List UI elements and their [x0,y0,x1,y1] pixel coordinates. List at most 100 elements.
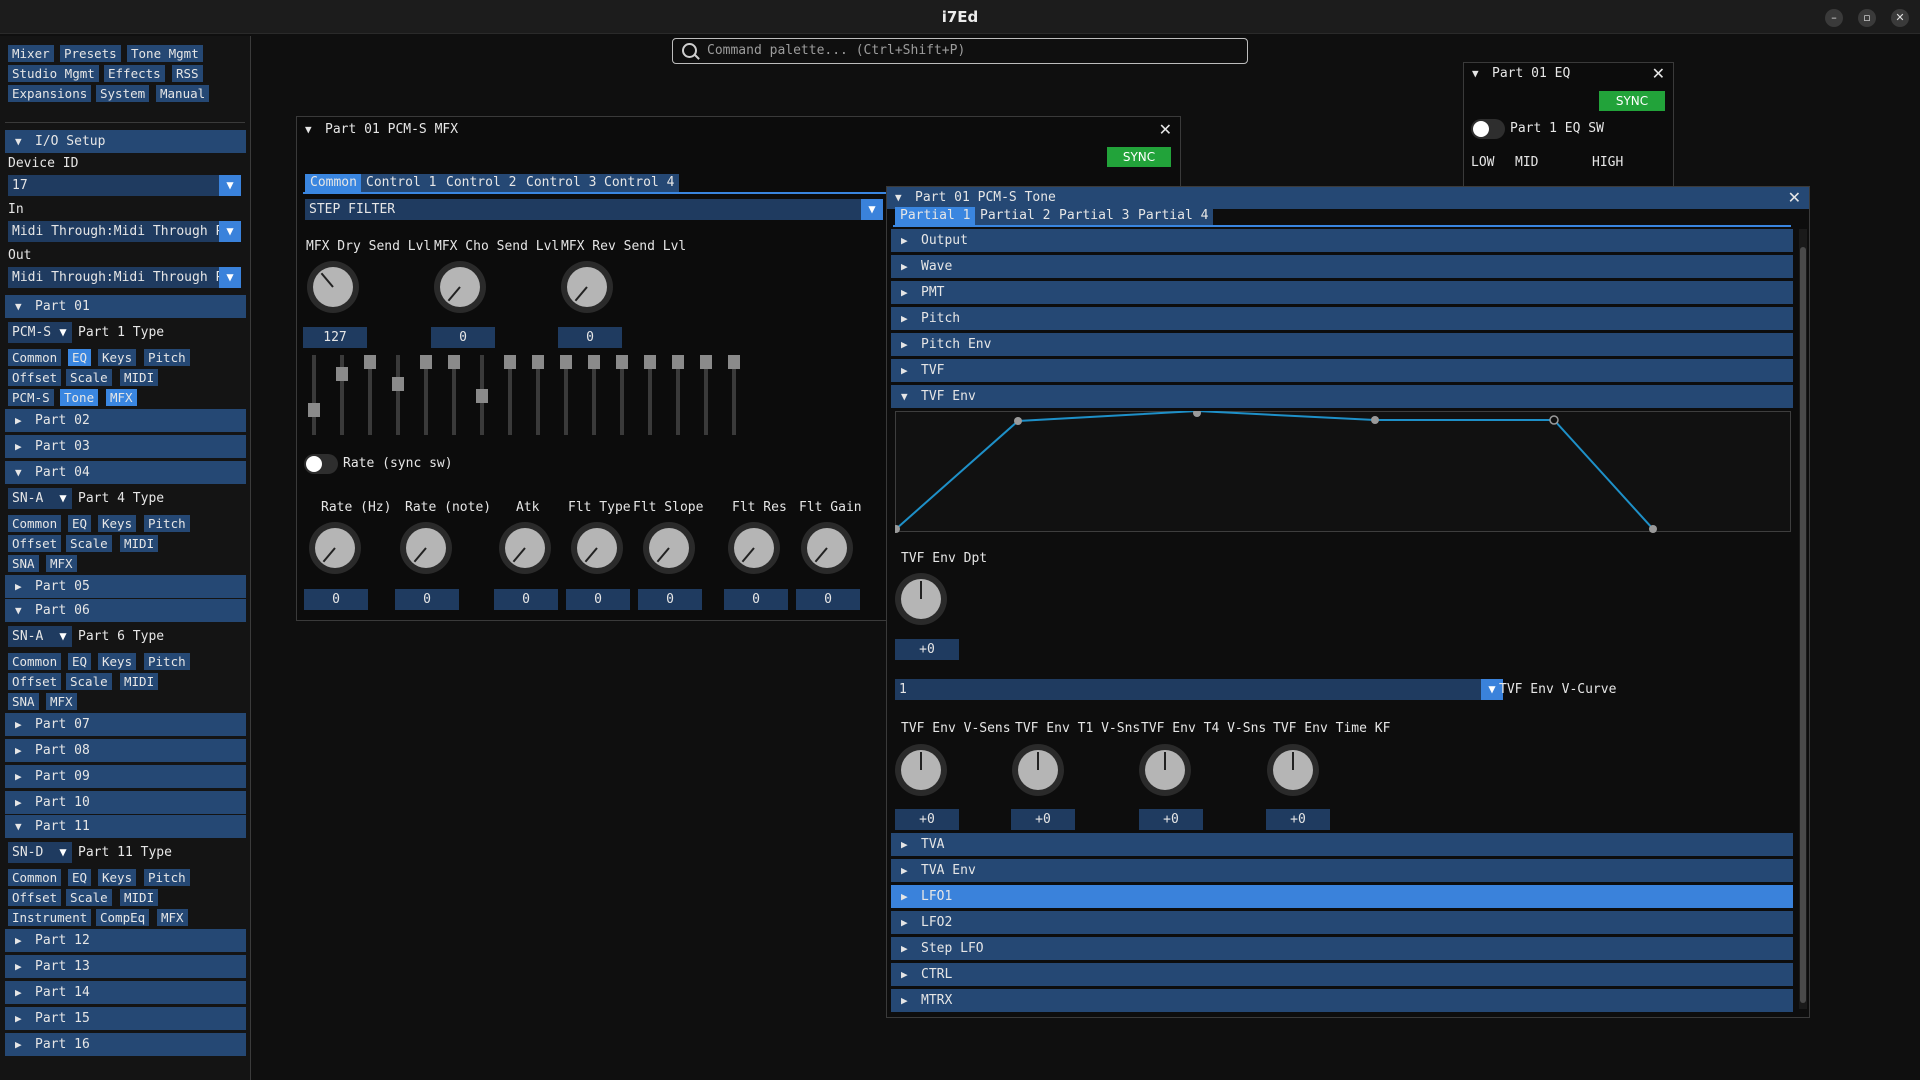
mfx-cho-send-value[interactable]: 0 [431,327,495,348]
menu-studio-mgmt-button[interactable]: Studio Mgmt [8,65,99,82]
section-tvf-env[interactable]: ▼ TVF Env [891,385,1793,408]
tvf-env-vsens-value[interactable]: +0 [895,809,959,830]
part-01-tone-button[interactable]: Tone [60,389,99,406]
part-06-keys-button[interactable]: Keys [98,653,137,670]
menu-effects-button[interactable]: Effects [104,65,165,82]
tvf-env-t1-knob[interactable] [1012,744,1064,796]
part-10-header[interactable]: ▶ Part 10 [5,791,246,814]
part-01-pcms-button[interactable]: PCM-S [8,389,54,406]
tvf-env-t4-knob[interactable] [1139,744,1191,796]
part-06-midi-button[interactable]: MIDI [120,673,159,690]
section-pitch-env[interactable]: ▶ Pitch Env [891,333,1793,356]
section-tvf[interactable]: ▶ TVF [891,359,1793,382]
step-slider[interactable] [504,355,516,435]
part-06-type-select[interactable]: SN-A ▼ [8,626,72,647]
part-12-header[interactable]: ▶ Part 12 [5,929,246,952]
part-06-mfx-button[interactable]: MFX [46,693,77,710]
step-slider[interactable] [728,355,740,435]
flt-res-knob[interactable] [728,522,780,574]
part-01-keys-button[interactable]: Keys [98,349,137,366]
part-11-pitch-button[interactable]: Pitch [144,869,190,886]
tab-partial-4[interactable]: Partial 4 [1133,207,1214,225]
section-ctrl[interactable]: ▶ CTRL [891,963,1793,986]
part-01-pitch-button[interactable]: Pitch [144,349,190,366]
part-11-instrument-button[interactable]: Instrument [8,909,92,926]
menu-mixer-button[interactable]: Mixer [8,45,54,62]
part-01-type-select[interactable]: PCM-S ▼ [8,322,72,343]
tab-control-2[interactable]: Control 2 [441,174,522,192]
tone-window-titlebar[interactable]: ▼ Part 01 PCM-S Tone ✕ [887,187,1809,209]
tab-partial-2[interactable]: Partial 2 [975,207,1056,225]
part-04-common-button[interactable]: Common [8,515,62,532]
close-icon[interactable]: ✕ [1788,187,1801,209]
part-11-midi-button[interactable]: MIDI [120,889,159,906]
tab-common[interactable]: Common [305,174,362,192]
part-08-header[interactable]: ▶ Part 08 [5,739,246,762]
section-tva[interactable]: ▶ TVA [891,833,1793,856]
step-slider[interactable] [364,355,376,435]
part-02-header[interactable]: ▶ Part 02 [5,409,246,432]
flt-gain-knob[interactable] [801,522,853,574]
tab-control-4[interactable]: Control 4 [599,174,680,192]
step-slider[interactable] [532,355,544,435]
part-04-mfx-button[interactable]: MFX [46,555,77,572]
part-01-mfx-button[interactable]: MFX [106,389,137,406]
part-03-header[interactable]: ▶ Part 03 [5,435,246,458]
menu-manual-button[interactable]: Manual [156,85,210,102]
section-step-lfo[interactable]: ▶ Step LFO [891,937,1793,960]
mfx-type-select[interactable]: STEP FILTER ▼ [305,199,883,220]
part-04-scale-button[interactable]: Scale [66,535,112,552]
io-setup-header[interactable]: ▼ I/O Setup [5,130,246,153]
part-04-midi-button[interactable]: MIDI [120,535,159,552]
step-slider[interactable] [700,355,712,435]
menu-system-button[interactable]: System [96,85,150,102]
part-01-eq-button[interactable]: EQ [68,349,92,366]
part-04-header[interactable]: ▼ Part 04 [5,461,246,484]
part-06-common-button[interactable]: Common [8,653,62,670]
section-pmt[interactable]: ▶ PMT [891,281,1793,304]
menu-presets-button[interactable]: Presets [60,45,121,62]
tvf-env-depth-value[interactable]: +0 [895,639,959,660]
tvf-env-time-kf-value[interactable]: +0 [1266,809,1330,830]
part-11-compeq-button[interactable]: CompEq [96,909,150,926]
menu-tone-mgmt-button[interactable]: Tone Mgmt [127,45,203,62]
part-06-header[interactable]: ▼ Part 06 [5,599,246,622]
part-04-keys-button[interactable]: Keys [98,515,137,532]
part-11-eq-button[interactable]: EQ [68,869,92,886]
part-04-pitch-button[interactable]: Pitch [144,515,190,532]
step-slider[interactable] [448,355,460,435]
flt-gain-value[interactable]: 0 [796,589,860,610]
step-slider[interactable] [308,355,320,435]
part-01-common-button[interactable]: Common [8,349,62,366]
mfx-rev-send-knob[interactable] [561,261,613,313]
section-pitch[interactable]: ▶ Pitch [891,307,1793,330]
tvf-env-time-kf-knob[interactable] [1267,744,1319,796]
step-slider[interactable] [392,355,404,435]
close-icon[interactable]: ✕ [1159,119,1172,141]
tone-scrollbar[interactable] [1799,229,1807,1009]
step-slider[interactable] [588,355,600,435]
part-01-offset-button[interactable]: Offset [8,369,62,386]
maximize-icon[interactable]: ▫ [1858,9,1876,27]
menu-rss-button[interactable]: RSS [172,65,203,82]
part-11-common-button[interactable]: Common [8,869,62,886]
tvf-env-depth-knob[interactable] [895,573,947,625]
part-06-eq-button[interactable]: EQ [68,653,92,670]
eq-sync-button[interactable]: SYNC [1599,91,1665,111]
atk-knob[interactable] [499,522,551,574]
tab-control-3[interactable]: Control 3 [521,174,602,192]
part-01-midi-button[interactable]: MIDI [120,369,159,386]
part-11-type-select[interactable]: SN-D ▼ [8,842,72,863]
step-slider[interactable] [616,355,628,435]
part-11-offset-button[interactable]: Offset [8,889,62,906]
part-06-sna-button[interactable]: SNA [8,693,39,710]
part-04-offset-button[interactable]: Offset [8,535,62,552]
part-11-keys-button[interactable]: Keys [98,869,137,886]
mfx-sync-button[interactable]: SYNC [1107,147,1171,167]
section-lfo1[interactable]: ▶ LFO1 [891,885,1793,908]
command-palette-input[interactable]: Command palette... (Ctrl+Shift+P) [672,38,1248,64]
part-06-offset-button[interactable]: Offset [8,673,62,690]
mfx-dry-send-value[interactable]: 127 [303,327,367,348]
eq-window-titlebar[interactable]: ▼ Part 01 EQ ✕ [1464,63,1673,85]
flt-type-value[interactable]: 0 [566,589,630,610]
